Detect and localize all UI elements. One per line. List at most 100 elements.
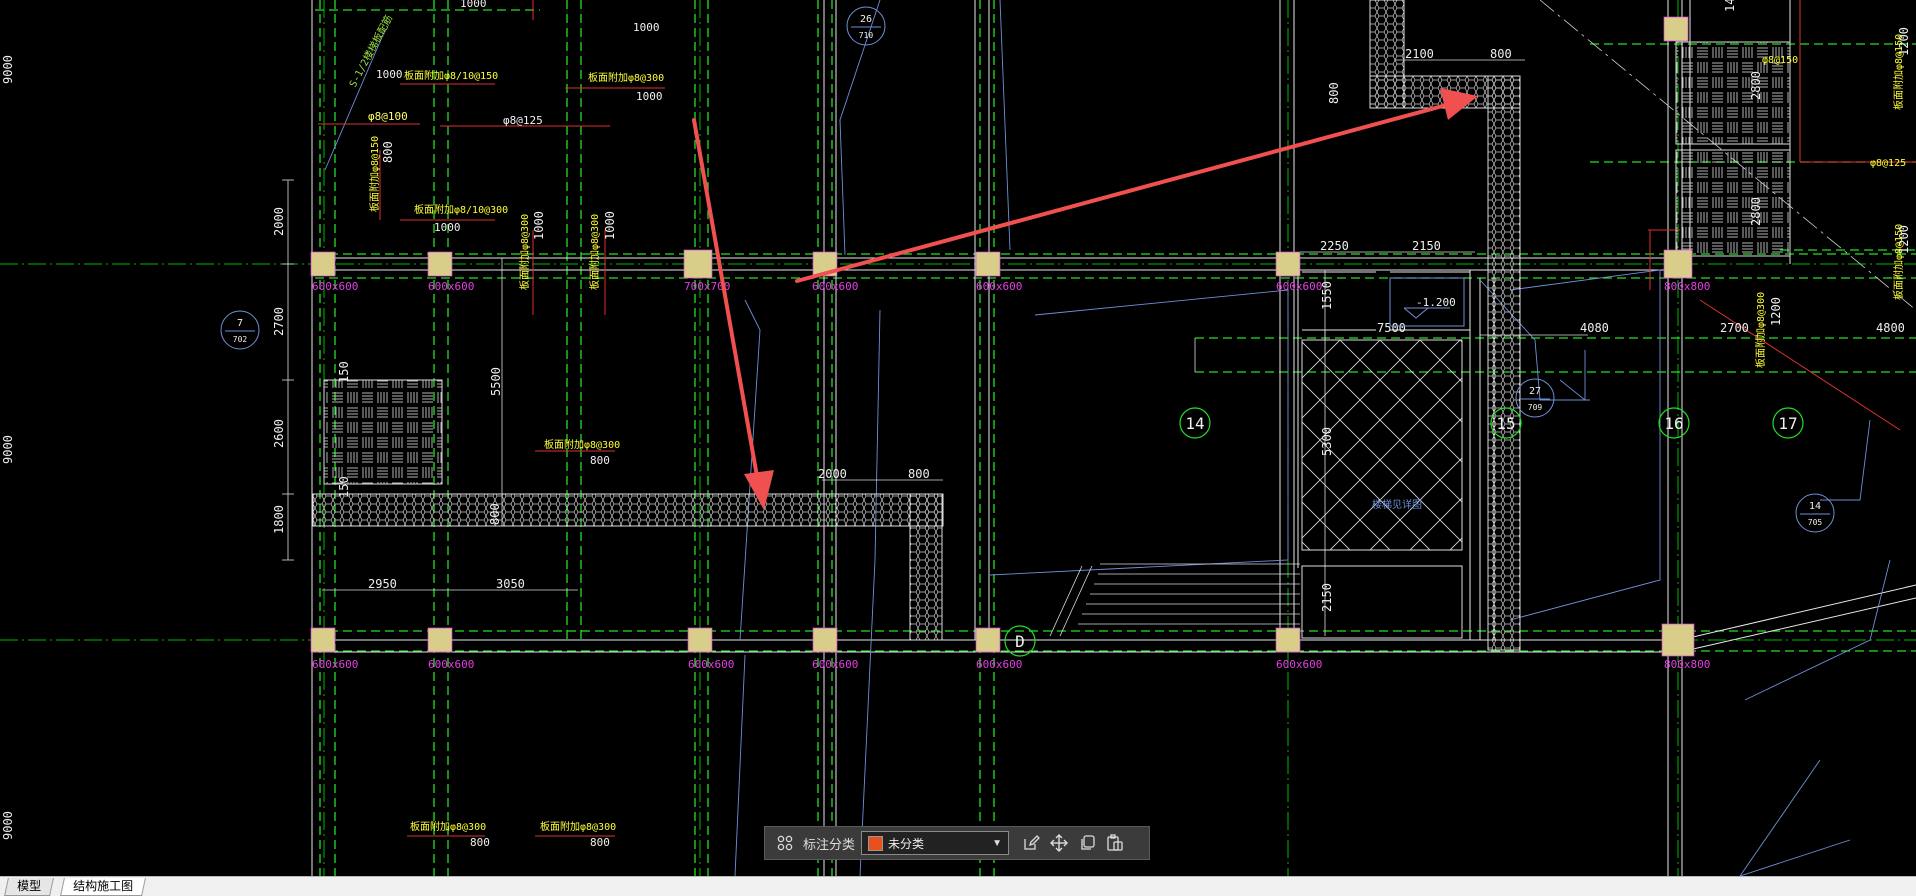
svg-text:2150: 2150 [1412,239,1441,253]
svg-text:φ8@125: φ8@125 [1870,158,1906,169]
detail-bubble: 27 709 [1515,378,1555,418]
svg-text:7500: 7500 [1377,321,1406,335]
svg-text:1000: 1000 [460,0,487,10]
svg-text:2800: 2800 [1749,197,1763,226]
slab-outline-blue [324,0,1891,876]
dimension-text: 1000 1000 φ8@125 φ8@100 1000 800 800 800… [1,0,1911,849]
detail-bubble-sheet: 705 [1808,518,1823,527]
svg-text:1000: 1000 [636,90,663,103]
chevron-down-icon: ▼ [992,837,1003,849]
copy-icon[interactable] [1076,832,1098,854]
category-color-swatch [868,835,884,851]
svg-text:板面附加φ8@300: 板面附加φ8@300 [1754,292,1767,368]
svg-text:150: 150 [337,476,351,498]
axis-bubble: 17 [1772,407,1804,439]
svg-text:9000: 9000 [1,811,15,840]
svg-text:800: 800 [381,141,395,163]
cad-drawing-canvas[interactable]: 600x600 600x600 700x700 600x600 600x600 600x6… [0,0,1916,876]
column-size-label: 600x600 [812,280,858,293]
column-size-label: 600x600 [688,658,734,671]
svg-text:板面附加φ8@300: 板面附加φ8@300 [588,214,601,290]
category-select-value: 未分类 [888,836,925,851]
rebar-notes: 板面附加φ8/10@150 板面附加φ8@300 板面附加φ8/10@300 板… [368,34,1906,833]
svg-text:4800: 4800 [1876,321,1905,335]
svg-text:800: 800 [1327,82,1341,104]
tab-model[interactable]: 模型 [4,878,54,896]
svg-text:5500: 5500 [489,367,503,396]
svg-text:1000: 1000 [434,221,461,234]
toolbar-label: 标注分类 [803,837,856,853]
svg-text:板面附加φ8@150: 板面附加φ8@150 [368,136,381,212]
svg-text:1000: 1000 [633,21,660,34]
column-size-label: 600x600 [1276,280,1322,293]
column-size-label: 600x600 [312,658,358,671]
svg-text:2800: 2800 [1749,71,1763,100]
column-size-label: 600x600 [976,280,1022,293]
svg-text:2600: 2600 [272,419,286,448]
svg-text:800: 800 [1490,47,1512,61]
svg-text:板面附加φ8@300: 板面附加φ8@300 [588,71,664,84]
detail-bubble-number: 27 [1529,386,1541,397]
stair-note: 楼梯见详图 [1372,498,1422,511]
axis-bubble-label: 16 [1664,414,1683,433]
column-size-label: 600x600 [428,280,474,293]
detail-bubble: 14 705 [1795,493,1835,533]
move-icon[interactable] [1048,832,1070,854]
svg-text:150: 150 [337,361,351,383]
svg-text:板面附加φ8@150: 板面附加φ8@150 [1892,224,1905,300]
svg-text:5300: 5300 [1320,427,1334,456]
svg-text:2000: 2000 [272,207,286,236]
detail-bubble-number: 14 [1809,501,1821,512]
axis-bubble-label: D [1015,632,1025,651]
detail-bubble-sheet: 710 [859,31,874,40]
svg-text:板面附加φ8@150: 板面附加φ8@150 [1892,34,1905,110]
grid-icon[interactable] [774,832,796,854]
svg-text:板面附加φ8@300: 板面附加φ8@300 [544,438,620,451]
category-select[interactable]: 未分类 ▼ [861,831,1010,855]
axis-bubble: 16 [1658,407,1690,439]
layout-tab-bar: 模型 结构施工图 [0,876,1916,896]
svg-text:3050: 3050 [496,577,525,591]
column-size-label: 600x600 [312,280,358,293]
detail-bubble-number: 26 [860,14,872,25]
column-size-label: 600x600 [812,658,858,671]
svg-text:9000: 9000 [1,435,15,464]
column-size-label: 600x600 [1276,658,1322,671]
detail-bubble: 26 710 [846,6,886,46]
svg-text:板面附加φ8@300: 板面附加φ8@300 [540,820,616,833]
svg-text:φ8@125: φ8@125 [503,114,543,127]
svg-text:9000: 9000 [1,55,15,84]
svg-text:1200: 1200 [1769,297,1783,326]
detail-bubble-number: 7 [237,318,243,329]
svg-text:800: 800 [470,836,490,849]
annotation-arrow-2 [692,118,774,510]
svg-text:800: 800 [908,467,930,481]
svg-text:2950: 2950 [368,577,397,591]
svg-text:φ8@150: φ8@150 [1762,55,1798,66]
hatched-parquet-blocks [323,41,1791,485]
svg-text:1000: 1000 [376,68,403,81]
svg-text:-1.200: -1.200 [1416,296,1456,309]
svg-text:800: 800 [590,454,610,467]
svg-text:1400: 1400 [1723,0,1737,12]
tab-structural-drawing[interactable]: 结构施工图 [60,878,146,896]
axis-grid-lines [0,0,1916,876]
elevation-mark: -1.200 [1389,277,1465,327]
column-markers [310,16,1695,657]
column-size-label: 800x800 [1664,658,1710,671]
svg-text:4080: 4080 [1580,321,1609,335]
axis-bubble: 14 [1179,407,1211,439]
column-size-label: 600x600 [428,658,474,671]
svg-text:1550: 1550 [1320,281,1334,310]
detail-bubble-sheet: 709 [1528,403,1543,412]
paste-icon[interactable] [1104,832,1126,854]
svg-text:板面附加φ8@300: 板面附加φ8@300 [410,820,486,833]
svg-text:1800: 1800 [272,505,286,534]
svg-text:1000: 1000 [603,211,617,240]
svg-text:800: 800 [590,836,610,849]
svg-text:2100: 2100 [1405,47,1434,61]
edit-icon[interactable] [1020,832,1042,854]
axis-bubble-label: 17 [1778,414,1797,433]
detail-bubble-sheet: 702 [233,335,248,344]
svg-text:板面附加φ8@300: 板面附加φ8@300 [518,214,531,290]
